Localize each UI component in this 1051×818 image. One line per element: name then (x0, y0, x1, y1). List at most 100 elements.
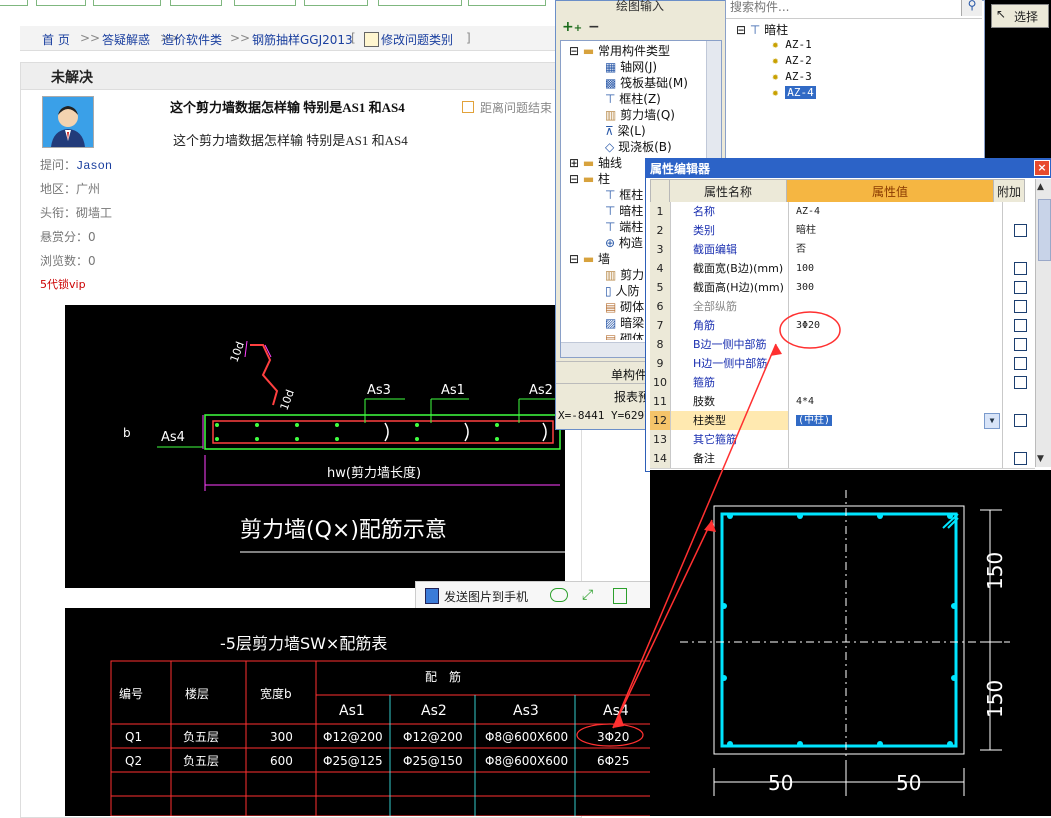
extra-checkbox[interactable] (1005, 278, 1035, 297)
list-item-az2[interactable]: ✹ AZ-2 (772, 54, 812, 67)
rebar-schedule-image[interactable]: -5层剪力墙SW×配筋表 编号 楼层 宽度b 配 筋 As1 As2 As3 A… (65, 608, 650, 816)
list-item-az4[interactable]: ✹ AZ-4 (772, 86, 816, 99)
property-value[interactable]: 否 (793, 240, 1003, 259)
tree-item-civil-defense[interactable]: ▯ 人防 (605, 282, 639, 299)
property-name: 箍筋 (671, 373, 789, 392)
property-value[interactable]: AZ-4 (793, 202, 1003, 221)
tree-item-common-types[interactable]: ⊟ ▬ 常用构件类型 (569, 42, 670, 59)
property-row[interactable]: 8 B边一侧中部筋 (650, 335, 1035, 355)
property-value[interactable] (793, 335, 1003, 354)
extra-checkbox[interactable] (1005, 316, 1035, 335)
property-row[interactable]: 12 柱类型 ▼ (中柱) (650, 411, 1035, 431)
extra-checkbox[interactable] (1005, 354, 1035, 373)
tree-item-frame-column[interactable]: ⊤ 框柱(Z) (605, 90, 661, 107)
cell-q2-as2: Φ25@150 (403, 754, 463, 768)
property-row[interactable]: 1 名称 AZ-4 (650, 202, 1035, 222)
property-value[interactable]: 4*4 (793, 392, 1003, 411)
property-row[interactable]: 7 角筋 3Φ20 (650, 316, 1035, 336)
property-row[interactable]: 4 截面宽(B边)(mm) 100 (650, 259, 1035, 279)
fullscreen-icon[interactable]: ⤢ (582, 587, 593, 603)
property-value[interactable] (793, 297, 1003, 316)
breadcrumb-ggj2013[interactable]: 钢筋抽样GGJ2013 (252, 31, 353, 48)
property-name: 其它箍筋 (671, 430, 789, 449)
list-item-az3[interactable]: ✹ AZ-3 (772, 70, 812, 83)
cloud-icon[interactable] (550, 588, 568, 602)
component-search-input[interactable]: 搜索构件... ⚲ (726, 0, 982, 19)
extra-checkbox[interactable] (1005, 449, 1035, 468)
chevron-down-icon[interactable]: ▼ (984, 413, 1000, 429)
tree-item-shear-wall[interactable]: ▥ 剪力墙(Q) (605, 106, 675, 123)
rebar-points (721, 513, 957, 747)
tree-item-shear[interactable]: ▥ 剪力 (605, 266, 644, 283)
list-root-hidden-column[interactable]: ⊟ ⊤ 暗柱 (736, 21, 788, 38)
property-row[interactable]: 11 肢数 4*4 (650, 392, 1035, 412)
cell-q1-as1: Φ12@200 (323, 730, 383, 744)
cell-q1-as4: 3Φ20 (597, 730, 629, 744)
property-row[interactable]: 6 全部纵筋 (650, 297, 1035, 317)
row-index: 2 (650, 221, 671, 240)
tree-item-hidden-col[interactable]: ⊤ 暗柱 (605, 202, 643, 219)
modify-category-link[interactable]: 修改问题类别 (381, 31, 453, 48)
add-icon[interactable]: ++ (562, 19, 582, 35)
cell-q1-floor: 负五层 (183, 730, 219, 744)
property-value[interactable]: ▼ (中柱) (793, 411, 1003, 430)
search-icon[interactable]: ⚲ (961, 0, 982, 16)
tree-item-masonry[interactable]: ▤ 砌体 (605, 298, 644, 315)
property-value[interactable] (793, 430, 1003, 449)
tree-item-hidden-beam[interactable]: ▨ 暗梁 (605, 314, 644, 331)
property-row[interactable]: 5 截面高(H边)(mm) 300 (650, 278, 1035, 298)
breadcrumb-cost-software[interactable]: 造价软件类 (162, 31, 222, 48)
tree-item-frame-col[interactable]: ⊤ 框柱 (605, 186, 643, 203)
property-row[interactable]: 10 箍筋 (650, 373, 1035, 393)
property-value[interactable]: 100 (793, 259, 1003, 278)
property-name: 名称 (671, 202, 789, 221)
send-to-phone-icon[interactable] (425, 588, 439, 604)
property-row[interactable]: 2 类别 暗柱 (650, 221, 1035, 241)
image-toolbar: 发送图片到手机 ⤢ (415, 581, 652, 611)
time-remaining: 距离问题结束 (462, 99, 552, 116)
avatar[interactable] (42, 96, 94, 148)
extra-checkbox[interactable] (1005, 411, 1035, 430)
tree-item-beam[interactable]: ⊼ 梁(L) (605, 122, 646, 139)
row-index: 14 (650, 449, 671, 468)
save-icon[interactable] (613, 588, 627, 604)
tree-item-axis-grid[interactable]: ▦ 轴网(J) (605, 58, 657, 75)
property-value[interactable]: 暗柱 (793, 221, 1003, 240)
question-title: 这个剪力墙数据怎样输 特别是AS1 和AS4 (170, 100, 405, 115)
extra-checkbox[interactable] (1005, 297, 1035, 316)
tree-item-wall[interactable]: ⊟ ▬ 墙 (569, 250, 610, 267)
collapse-icon[interactable]: − (588, 19, 600, 35)
property-row[interactable]: 3 截面编辑否 (650, 240, 1035, 260)
asker-link[interactable]: Jason (76, 159, 112, 173)
extra-checkbox[interactable] (1005, 373, 1035, 392)
tree-item-end-col[interactable]: ⊤ 端柱 (605, 218, 643, 235)
tree-item-raft-foundation[interactable]: ▩ 筏板基础(M) (605, 74, 688, 91)
property-row[interactable]: 13 其它箍筋 (650, 430, 1035, 450)
property-scrollbar[interactable]: ▲ ▼ (1035, 179, 1051, 467)
property-value[interactable]: 300 (793, 278, 1003, 297)
list-item-az1[interactable]: ✹ AZ-1 (772, 38, 812, 51)
property-row[interactable]: 14 备注 (650, 449, 1035, 469)
property-value[interactable]: 3Φ20 (793, 316, 1003, 335)
shear-wall-diagram[interactable]: 10d 10d b As4 As3 As1 As2 hw(剪力墙长度) 剪力墙(… (65, 305, 565, 588)
panel-header: 未解决 (21, 63, 581, 90)
select-tool-button[interactable]: ↖ 选择 (991, 4, 1049, 28)
close-icon[interactable]: × (1034, 160, 1050, 176)
extra-checkbox[interactable] (1005, 221, 1035, 240)
property-row[interactable]: 9 H边一侧中部筋 (650, 354, 1035, 374)
extra-checkbox[interactable] (1005, 335, 1035, 354)
tree-item-slab[interactable]: ◇ 现浇板(B) (605, 138, 672, 155)
column-section-drawing[interactable]: 150 150 50 50 (650, 470, 1051, 816)
breadcrumb-home[interactable]: 首 页 (42, 31, 70, 48)
breadcrumb-qa[interactable]: 答疑解惑 (102, 31, 150, 48)
breadcrumb: 首 页 >> 答疑解惑 >> 造价软件类 >> 钢筋抽样GGJ2013 [ 修改… (20, 26, 580, 51)
extra-checkbox[interactable] (1005, 259, 1035, 278)
send-to-phone-button[interactable]: 发送图片到手机 (444, 588, 528, 605)
property-value[interactable] (793, 354, 1003, 373)
property-value[interactable] (793, 449, 1003, 468)
tree-item-column[interactable]: ⊟ ▬ 柱 (569, 170, 610, 187)
tree-item-construct[interactable]: ⊕ 构造 (605, 234, 643, 251)
tree-item-masonry-2[interactable]: ▤ 砌体 (605, 330, 644, 340)
tree-item-axis[interactable]: ⊞ ▬ 轴线 (569, 154, 622, 171)
property-value[interactable] (793, 373, 1003, 392)
